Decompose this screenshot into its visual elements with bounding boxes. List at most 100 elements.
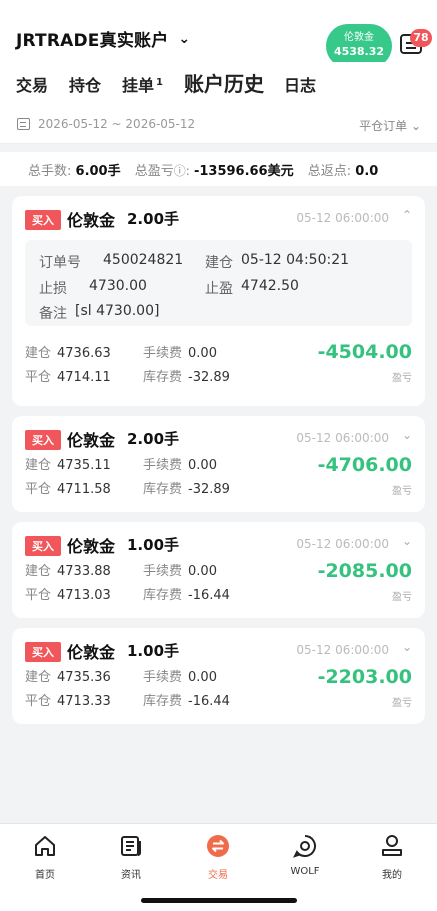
chevron-down-icon[interactable]: ⌄ [402,534,412,548]
close-price-row: 平仓 4714.11 [25,366,111,385]
buy-tag: 买入 [25,536,61,556]
chevron-down-icon: ⌄ [410,119,421,133]
calendar-icon[interactable] [17,118,30,130]
order-symbol: 伦敦金 [67,643,116,662]
top-bar: JRTRADE真实账户 ⌄ 伦敦金 4538.32 78 [0,10,437,68]
fee-row: 手续费 0.00 [143,666,217,685]
swap-value: -32.89 [188,482,230,497]
chevron-up-icon[interactable]: ⌃ [402,208,412,222]
nav-news[interactable]: 资讯 [101,834,161,881]
nav-wolf[interactable]: WOLF [275,834,335,877]
nav-profile[interactable]: 我的 [362,834,422,881]
pnl-label: 盈亏 [392,486,412,497]
tab-pending[interactable]: 挂单 1 [122,72,163,96]
order-lots: 1.00手 [127,536,180,554]
swap-row: 库存费 -32.89 [143,478,230,497]
account-selector[interactable]: JRTRADE真实账户 ⌄ [16,26,190,52]
tp-label: 止盈 [205,281,233,297]
lots-value: 6.00手 [75,164,121,179]
trade-icon [207,835,229,857]
order-type-select[interactable]: 平仓订单 ⌄ [359,117,421,134]
swap-value: -16.44 [188,694,230,709]
tab-pending-label: 挂单 [122,76,155,95]
rebate-value: 0.0 [355,164,379,179]
order-detail: 订单号 450024821 建仓 05-12 04:50:21 止损 4730.… [25,240,412,326]
order-pnl: -4504.00 [317,341,412,363]
buy-tag: 买入 [25,210,61,230]
nav-home-label: 首页 [35,870,55,881]
open-price-row: 建仓 4735.36 [25,666,111,685]
fee-value: 0.00 [188,670,217,685]
date-range[interactable]: 2026-05-12 ~ 2026-05-12 [38,117,195,131]
sl-value: 4730.00 [89,278,147,294]
bottom-nav: 首页 资讯 交易 WOLF 我的 [0,823,437,911]
open-label: 建仓 [25,458,52,473]
note-value: [sl 4730.00] [75,303,160,319]
close-label: 平仓 [25,694,52,709]
order-card[interactable]: 买入 伦敦金 2.00手 05-12 06:00:00 ⌄ 建仓 4735.11 … [12,416,425,512]
swap-label: 库存费 [143,370,183,385]
nav-news-label: 资讯 [121,870,141,881]
pnl-label: 盈亏 [392,592,412,603]
chevron-down-icon[interactable]: ⌄ [402,640,412,654]
order-time: 05-12 06:00:00 [296,211,389,225]
swap-row: 库存费 -32.89 [143,366,230,385]
help-icon[interactable]: ⓘ: [174,164,190,178]
order-no: 450024821 [103,252,184,268]
order-card[interactable]: 买入 伦敦金 2.00手 05-12 06:00:00 ⌃ 订单号 450024… [12,196,425,406]
tab-trade[interactable]: 交易 [16,72,48,96]
order-type-label: 平仓订单 [359,119,408,133]
open-price: 4733.88 [57,564,111,579]
open-price: 4735.11 [57,458,111,473]
order-card[interactable]: 买入 伦敦金 1.00手 05-12 06:00:00 ⌄ 建仓 4735.36 … [12,628,425,724]
order-pnl: -2203.00 [317,666,412,688]
close-label: 平仓 [25,588,52,603]
fee-value: 0.00 [188,346,217,361]
nav-trade-label: 交易 [208,870,228,881]
nav-wolf-label: WOLF [290,866,320,877]
nav-profile-label: 我的 [382,870,402,881]
open-label: 建仓 [25,670,52,685]
profile-icon [382,835,402,856]
fee-label: 手续费 [143,564,183,579]
order-symbol: 伦敦金 [67,211,116,230]
pending-count: 1 [156,76,163,88]
swap-label: 库存费 [143,694,183,709]
swap-row: 库存费 -16.44 [143,584,230,603]
chevron-down-icon[interactable]: ⌄ [402,428,412,442]
order-pnl: -2085.00 [317,560,412,582]
order-no-label: 订单号 [39,255,81,271]
order-card[interactable]: 买入 伦敦金 1.00手 05-12 06:00:00 ⌄ 建仓 4733.88 … [12,522,425,618]
rebate-label: 总返点: [307,164,352,179]
order-time: 05-12 06:00:00 [296,643,389,657]
fee-label: 手续费 [143,670,183,685]
nav-trade[interactable]: 交易 [188,834,248,881]
nav-home[interactable]: 首页 [15,834,75,881]
fee-row: 手续费 0.00 [143,342,217,361]
order-symbol: 伦敦金 [67,537,116,556]
buy-tag: 买入 [25,430,61,450]
close-label: 平仓 [25,370,52,385]
summary-bar: 总手数: 6.00手 总盈亏ⓘ: -13596.66美元 总返点: 0.0 [0,144,437,186]
close-price: 4711.58 [57,482,111,497]
close-price: 4713.33 [57,694,111,709]
pnl-label: 总盈亏 [134,164,174,179]
open-price: 4735.36 [57,670,111,685]
pnl-label: 盈亏 [392,373,412,384]
swap-label: 库存费 [143,482,183,497]
swap-value: -16.44 [188,588,230,603]
tab-log[interactable]: 日志 [284,72,316,96]
fee-value: 0.00 [188,564,217,579]
open-price-row: 建仓 4736.63 [25,342,111,361]
fee-label: 手续费 [143,346,183,361]
order-lots: 1.00手 [127,642,180,660]
open-price-row: 建仓 4733.88 [25,560,111,579]
message-badge: 78 [410,29,432,47]
swap-label: 库存费 [143,588,183,603]
tab-account-history[interactable]: 账户历史 [184,68,264,97]
swap-row: 库存费 -16.44 [143,690,230,709]
close-price: 4714.11 [57,370,111,385]
wolf-icon [293,835,316,858]
tab-positions[interactable]: 持仓 [69,72,101,96]
quote-price: 4538.32 [333,45,385,58]
